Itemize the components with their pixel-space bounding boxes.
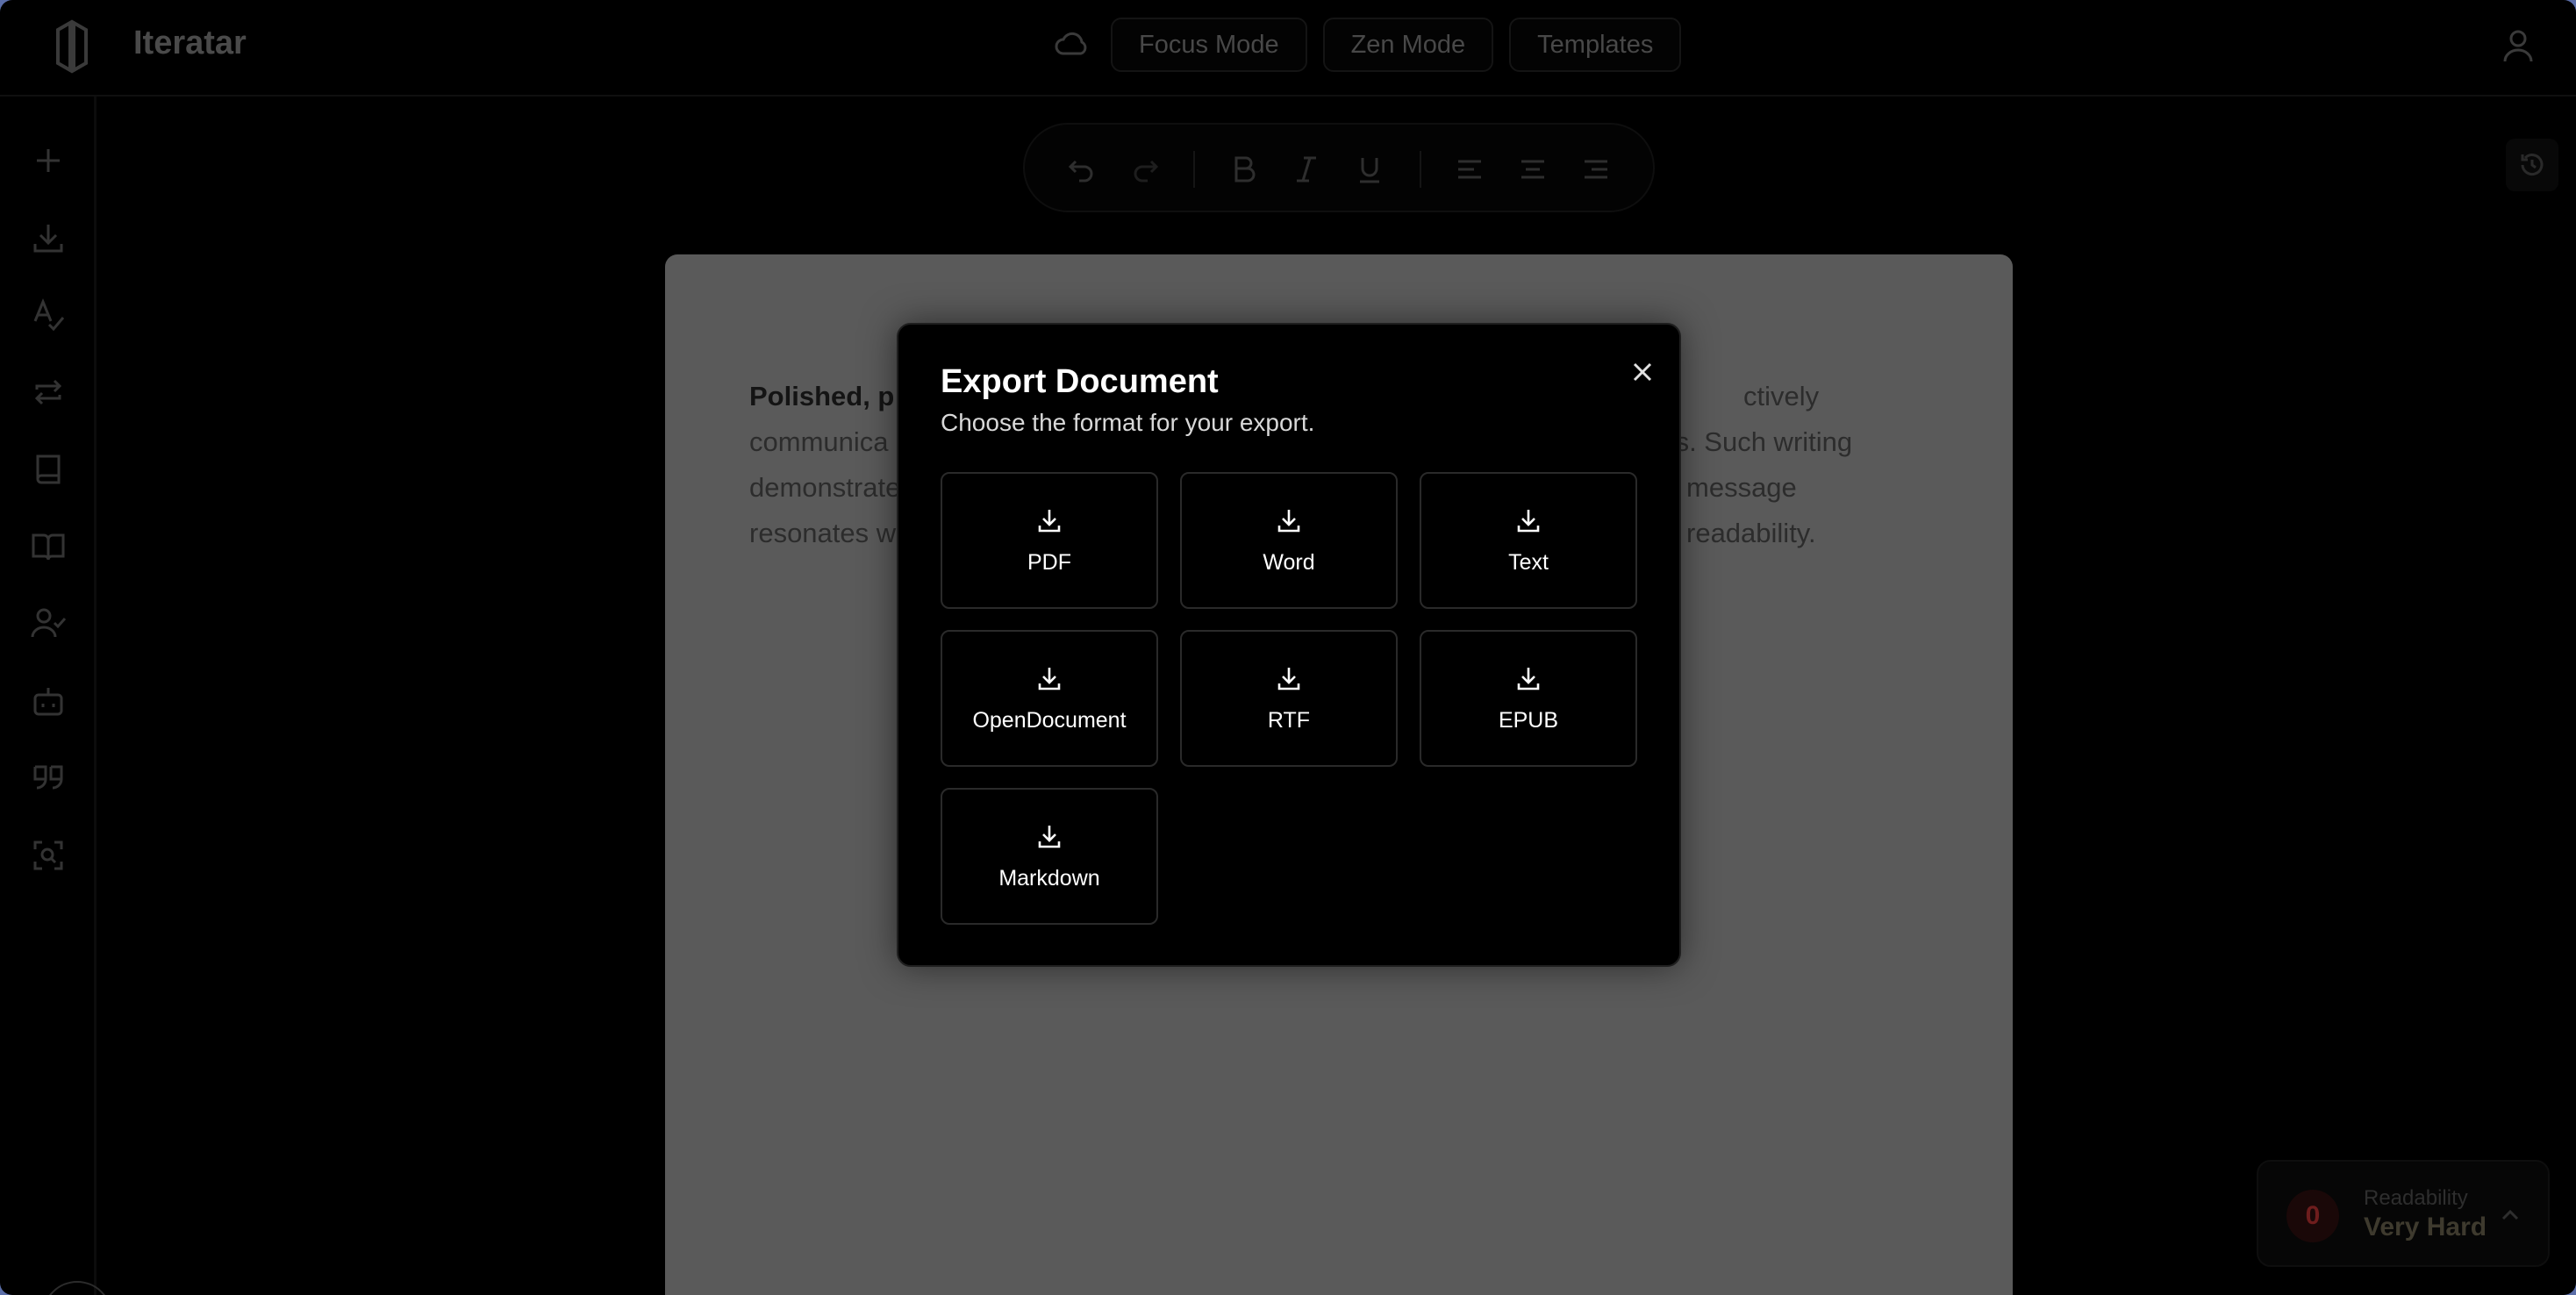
zen-mode-button[interactable]: Zen Mode bbox=[1322, 18, 1494, 72]
document-text-fragment: ors. Such writing bbox=[1651, 426, 1853, 457]
search-button[interactable] bbox=[42, 1281, 112, 1295]
templates-button[interactable]: Templates bbox=[1509, 18, 1682, 72]
export-epub-button[interactable]: EPUB bbox=[1420, 630, 1637, 767]
download-icon bbox=[1277, 667, 1300, 690]
top-bar: Iteratar Focus Mode Zen Mode Templates bbox=[0, 0, 2576, 97]
align-left-icon[interactable] bbox=[1455, 154, 1485, 184]
align-center-icon[interactable] bbox=[1518, 154, 1548, 184]
format-label: PDF bbox=[1027, 549, 1071, 575]
close-button[interactable] bbox=[1627, 356, 1658, 388]
align-right-icon[interactable] bbox=[1581, 154, 1611, 184]
export-markdown-button[interactable]: Markdown bbox=[941, 788, 1158, 925]
user-icon[interactable] bbox=[2502, 28, 2534, 63]
logo-icon bbox=[56, 19, 88, 74]
toolbar-divider bbox=[1420, 151, 1421, 188]
focus-mode-button[interactable]: Focus Mode bbox=[1111, 18, 1307, 72]
redo-icon[interactable] bbox=[1130, 154, 1160, 184]
export-text-button[interactable]: Text bbox=[1420, 472, 1637, 609]
formatting-toolbar bbox=[1023, 123, 1655, 212]
readability-value: Very Hard bbox=[2364, 1213, 2487, 1241]
download-icon bbox=[1517, 509, 1540, 532]
export-word-button[interactable]: Word bbox=[1180, 472, 1398, 609]
format-grid: PDF Word Text OpenDocument RTF EPUB Mark… bbox=[941, 472, 1641, 925]
download-icon bbox=[1517, 667, 1540, 690]
format-label: RTF bbox=[1267, 707, 1311, 733]
history-button[interactable] bbox=[2506, 139, 2558, 191]
bold-icon[interactable] bbox=[1228, 154, 1258, 184]
document-text-fragment: ctively bbox=[1743, 381, 1820, 411]
download-icon[interactable] bbox=[30, 219, 67, 256]
bot-icon[interactable] bbox=[30, 683, 67, 719]
history-icon bbox=[2521, 154, 2544, 176]
format-label: Text bbox=[1508, 549, 1549, 575]
dialog-title: Export Document bbox=[941, 363, 1219, 400]
export-rtf-button[interactable]: RTF bbox=[1180, 630, 1398, 767]
document-bold-text: Polished, p bbox=[749, 381, 895, 411]
download-icon bbox=[1038, 509, 1061, 532]
document-text-fragment: demonstrate bbox=[749, 472, 901, 503]
user-check-icon[interactable] bbox=[30, 605, 67, 642]
download-icon bbox=[1038, 667, 1061, 690]
cloud-icon[interactable] bbox=[1053, 25, 1091, 64]
plus-icon[interactable] bbox=[30, 142, 67, 179]
export-opendocument-button[interactable]: OpenDocument bbox=[941, 630, 1158, 767]
arrows-repeat-icon[interactable] bbox=[30, 374, 67, 411]
document-text-fragment: readability. bbox=[1686, 518, 1816, 548]
open-book-icon[interactable] bbox=[30, 528, 67, 565]
format-label: OpenDocument bbox=[972, 707, 1127, 733]
format-label: Word bbox=[1263, 549, 1315, 575]
export-dialog: Export Document Choose the format for yo… bbox=[897, 323, 1681, 967]
quote-icon[interactable] bbox=[30, 760, 67, 797]
header-actions: Focus Mode Zen Mode Templates bbox=[1053, 18, 1682, 72]
format-label: Markdown bbox=[998, 865, 1100, 891]
readability-score: 0 bbox=[2286, 1190, 2339, 1242]
export-pdf-button[interactable]: PDF bbox=[941, 472, 1158, 609]
app-title: Iteratar bbox=[133, 25, 247, 61]
book-icon[interactable] bbox=[30, 451, 67, 488]
sidebar bbox=[0, 97, 112, 1295]
close-icon bbox=[1633, 362, 1652, 382]
document-text-fragment: message bbox=[1686, 472, 1797, 503]
app-window: Iteratar Focus Mode Zen Mode Templates P… bbox=[0, 0, 2576, 1295]
italic-icon[interactable] bbox=[1292, 154, 1321, 184]
download-icon bbox=[1277, 509, 1300, 532]
dialog-subtitle: Choose the format for your export. bbox=[941, 409, 1315, 436]
chevron-up-icon[interactable] bbox=[2499, 1204, 2522, 1227]
undo-icon[interactable] bbox=[1067, 154, 1097, 184]
document-text-fragment: resonates w bbox=[749, 518, 897, 548]
readability-widget[interactable]: 0 Readability Very Hard bbox=[2257, 1160, 2550, 1267]
spellcheck-icon[interactable] bbox=[30, 297, 67, 333]
toolbar-divider bbox=[1193, 151, 1195, 188]
format-label: EPUB bbox=[1498, 707, 1559, 733]
underline-icon[interactable] bbox=[1355, 154, 1385, 184]
download-icon bbox=[1038, 825, 1061, 848]
scan-search-icon[interactable] bbox=[30, 837, 67, 874]
document-text-fragment: communica bbox=[749, 426, 889, 457]
readability-label: Readability bbox=[2364, 1186, 2468, 1210]
